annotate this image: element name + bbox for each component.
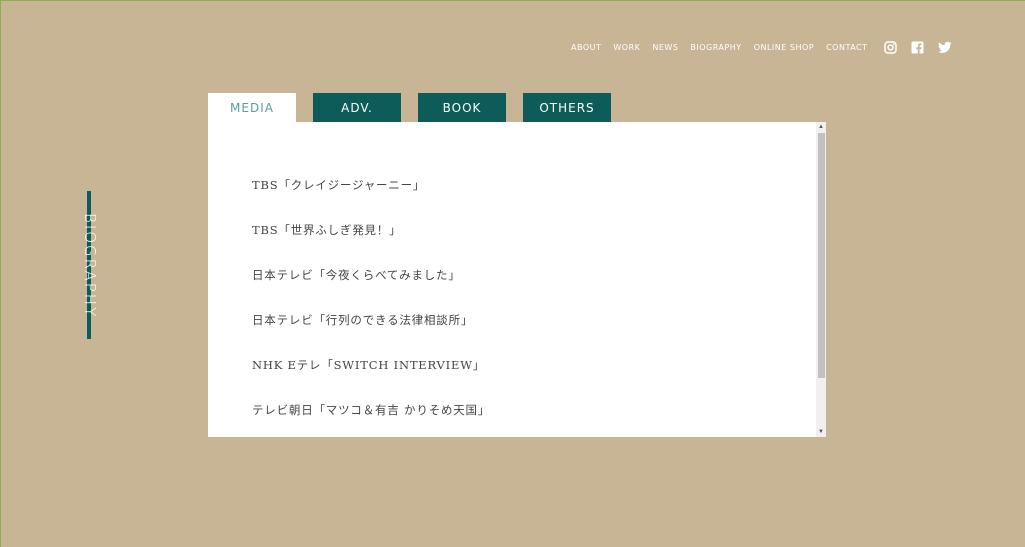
social-links bbox=[884, 41, 952, 54]
tab-book[interactable]: BOOK bbox=[418, 93, 506, 122]
instagram-icon[interactable] bbox=[884, 41, 897, 54]
nav-online-shop[interactable]: ONLINE SHOP bbox=[754, 43, 814, 53]
scrollbar-thumb[interactable] bbox=[818, 133, 825, 378]
tab-media[interactable]: MEDIA bbox=[208, 93, 296, 122]
media-panel: TBS「クレイジージャーニー」 TBS「世界ふしぎ発見！」 日本テレビ「今夜くら… bbox=[208, 122, 826, 437]
twitter-icon[interactable] bbox=[938, 41, 952, 54]
list-item: 日本テレビ「行列のできる法律相談所」 bbox=[252, 313, 474, 327]
tab-adv[interactable]: ADV. bbox=[313, 93, 401, 122]
list-item: NHK Eテレ「SWITCH INTERVIEW」 bbox=[252, 358, 486, 372]
facebook-icon[interactable] bbox=[911, 41, 924, 54]
nav-biography[interactable]: BIOGRAPHY bbox=[690, 43, 741, 53]
scroll-down-arrow-icon[interactable]: ▼ bbox=[816, 427, 826, 437]
top-nav: ABOUT WORK NEWS BIOGRAPHY ONLINE SHOP CO… bbox=[571, 43, 880, 53]
list-item: テレビ朝日「マツコ＆有吉 かりそめ天国」 bbox=[252, 403, 491, 417]
media-list: TBS「クレイジージャーニー」 TBS「世界ふしぎ発見！」 日本テレビ「今夜くら… bbox=[252, 177, 490, 437]
nav-contact[interactable]: CONTACT bbox=[826, 43, 867, 53]
vertical-scrollbar[interactable]: ▲ ▼ bbox=[816, 122, 826, 437]
scroll-up-arrow-icon[interactable]: ▲ bbox=[816, 122, 826, 132]
tab-others[interactable]: OTHERS bbox=[523, 93, 611, 122]
list-item: TBS「世界ふしぎ発見！」 bbox=[252, 223, 402, 237]
list-item: TBS「クレイジージャーニー」 bbox=[252, 178, 426, 192]
list-item: 日本テレビ「今夜くらべてみました」 bbox=[252, 268, 461, 282]
category-tabs: MEDIA ADV. BOOK OTHERS bbox=[208, 93, 628, 122]
biography-side-label[interactable]: BIOGRAPHY bbox=[81, 213, 99, 318]
nav-work[interactable]: WORK bbox=[613, 43, 640, 53]
nav-news[interactable]: NEWS bbox=[652, 43, 678, 53]
nav-about[interactable]: ABOUT bbox=[571, 43, 601, 53]
